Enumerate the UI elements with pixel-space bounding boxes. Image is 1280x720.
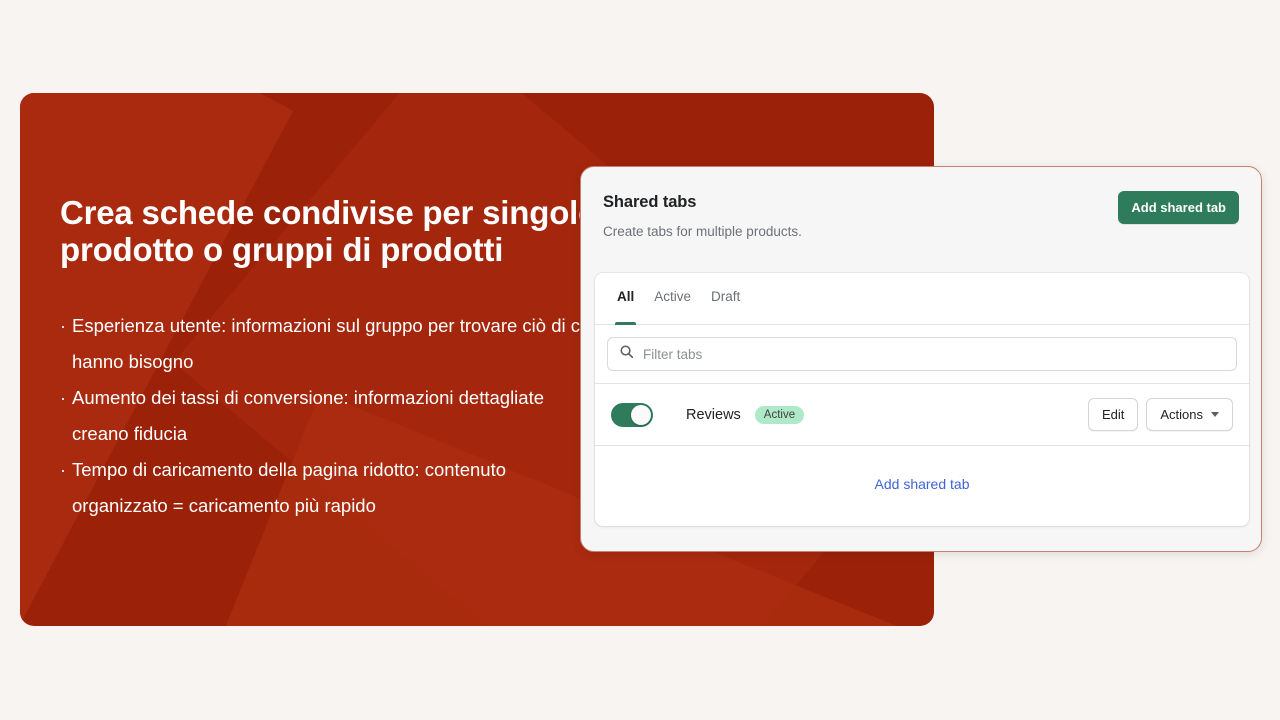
promo-bullet-item: · Tempo di caricamento della pagina rido… <box>60 452 605 524</box>
add-shared-tab-button[interactable]: Add shared tab <box>1118 191 1239 224</box>
row-actions: Edit Actions <box>1087 398 1233 431</box>
card-header: Shared tabs Create tabs for multiple pro… <box>581 167 1261 239</box>
promo-bullet-item: · Aumento dei tassi di conversione: info… <box>60 380 605 452</box>
panel-footer: Add shared tab <box>595 446 1249 522</box>
promo-bullet-text: Tempo di caricamento della pagina ridott… <box>72 459 506 517</box>
tab-all[interactable]: All <box>607 273 644 325</box>
chevron-down-icon <box>1211 412 1219 417</box>
filter-field[interactable] <box>607 337 1237 371</box>
edit-button-label: Edit <box>1101 407 1125 422</box>
bullet-dot-icon: · <box>60 388 66 409</box>
card-header-text: Shared tabs Create tabs for multiple pro… <box>603 191 802 239</box>
tab-draft-label: Draft <box>711 289 741 304</box>
toggle-knob <box>631 404 651 425</box>
actions-button[interactable]: Actions <box>1146 398 1233 431</box>
page-title: Shared tabs <box>603 193 697 211</box>
promo-bullet-text: Aumento dei tassi di conversione: inform… <box>72 387 545 445</box>
row-name-label: Reviews <box>686 406 741 423</box>
tab-all-label: All <box>617 289 635 304</box>
tab-active-label: Active <box>654 289 692 304</box>
actions-button-label: Actions <box>1160 407 1203 422</box>
edit-button[interactable]: Edit <box>1087 398 1139 431</box>
tab-active-underline <box>615 322 637 325</box>
shared-tabs-panel: All Active Draft Filter tabs Reviews Act… <box>595 273 1249 526</box>
add-shared-tab-link[interactable]: Add shared tab <box>875 476 970 492</box>
search-icon <box>619 344 634 364</box>
bullet-dot-icon: · <box>60 460 66 481</box>
bullet-dot-icon: · <box>60 316 66 337</box>
filter-input[interactable] <box>643 346 1225 362</box>
tab-draft[interactable]: Draft <box>701 273 750 325</box>
promo-bullet-item: · Esperienza utente: informazioni sul gr… <box>60 308 605 380</box>
tab-active[interactable]: Active <box>644 273 701 325</box>
promo-bullet-text: Esperienza utente: informazioni sul grup… <box>72 315 595 373</box>
filter-row <box>595 325 1249 384</box>
page-subtitle: Create tabs for multiple products. <box>603 224 802 239</box>
tab-bar: All Active Draft <box>595 273 1249 325</box>
status-badge: Active <box>754 405 805 424</box>
shared-tabs-card: Shared tabs Create tabs for multiple pro… <box>580 166 1262 552</box>
row-enabled-toggle[interactable] <box>611 402 653 427</box>
promo-heading: Crea schede condivise per singolo prodot… <box>60 193 599 268</box>
table-row: Reviews Active Edit Actions <box>595 384 1249 446</box>
